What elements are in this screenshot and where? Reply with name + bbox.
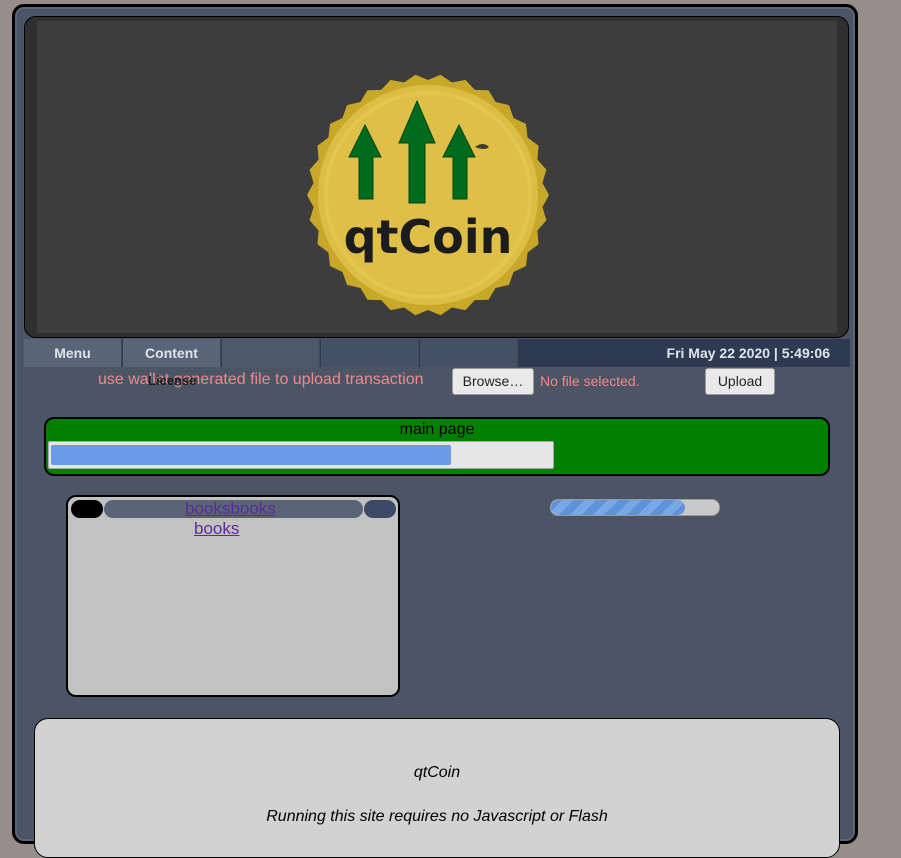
license-link[interactable]: License <box>148 373 196 388</box>
banner-background: qtCoin <box>37 21 837 333</box>
browse-button[interactable]: Browse… <box>452 368 534 395</box>
nav-item-empty-1[interactable] <box>222 339 320 367</box>
books-tab-link[interactable]: booksbooks <box>185 499 276 519</box>
qtcoin-logo-icon: qtCoin <box>307 74 549 316</box>
footer-notice: Running this site requires no Javascript… <box>266 808 608 825</box>
side-progress-fill <box>551 500 686 515</box>
nav-bar: Menu Content Fri May 22 2020 | 5:49:06 <box>24 339 850 367</box>
books-panel-right-pill <box>364 500 396 518</box>
nav-item-content[interactable]: Content <box>123 339 221 367</box>
footer: qtCoin Running this site requires no Jav… <box>34 718 840 858</box>
file-status: No file selected. <box>540 373 640 389</box>
books-link[interactable]: books <box>194 519 239 539</box>
upload-button[interactable]: Upload <box>705 368 775 395</box>
side-progress-bar <box>550 499 720 516</box>
logo-text: qtCoin <box>344 210 513 264</box>
books-panel-left-pill <box>71 500 103 518</box>
main-progress-bar <box>48 441 554 469</box>
nav-item-empty-3[interactable] <box>420 339 518 367</box>
upload-instruction: use wallet generated file to upload tran… <box>98 371 424 388</box>
footer-title: qtCoin <box>413 764 461 781</box>
nav-item-menu[interactable]: Menu <box>24 339 122 367</box>
upload-row: use wallet generated file to upload tran… <box>0 366 901 398</box>
main-progress-fill <box>51 445 451 465</box>
main-page-box: main page <box>44 417 830 476</box>
nav-datetime: Fri May 22 2020 | 5:49:06 <box>666 345 830 361</box>
main-page-title: main page <box>399 421 475 438</box>
nav-item-empty-2[interactable] <box>321 339 419 367</box>
books-panel: booksbooks books <box>66 495 400 697</box>
header-banner: qtCoin <box>24 16 849 338</box>
